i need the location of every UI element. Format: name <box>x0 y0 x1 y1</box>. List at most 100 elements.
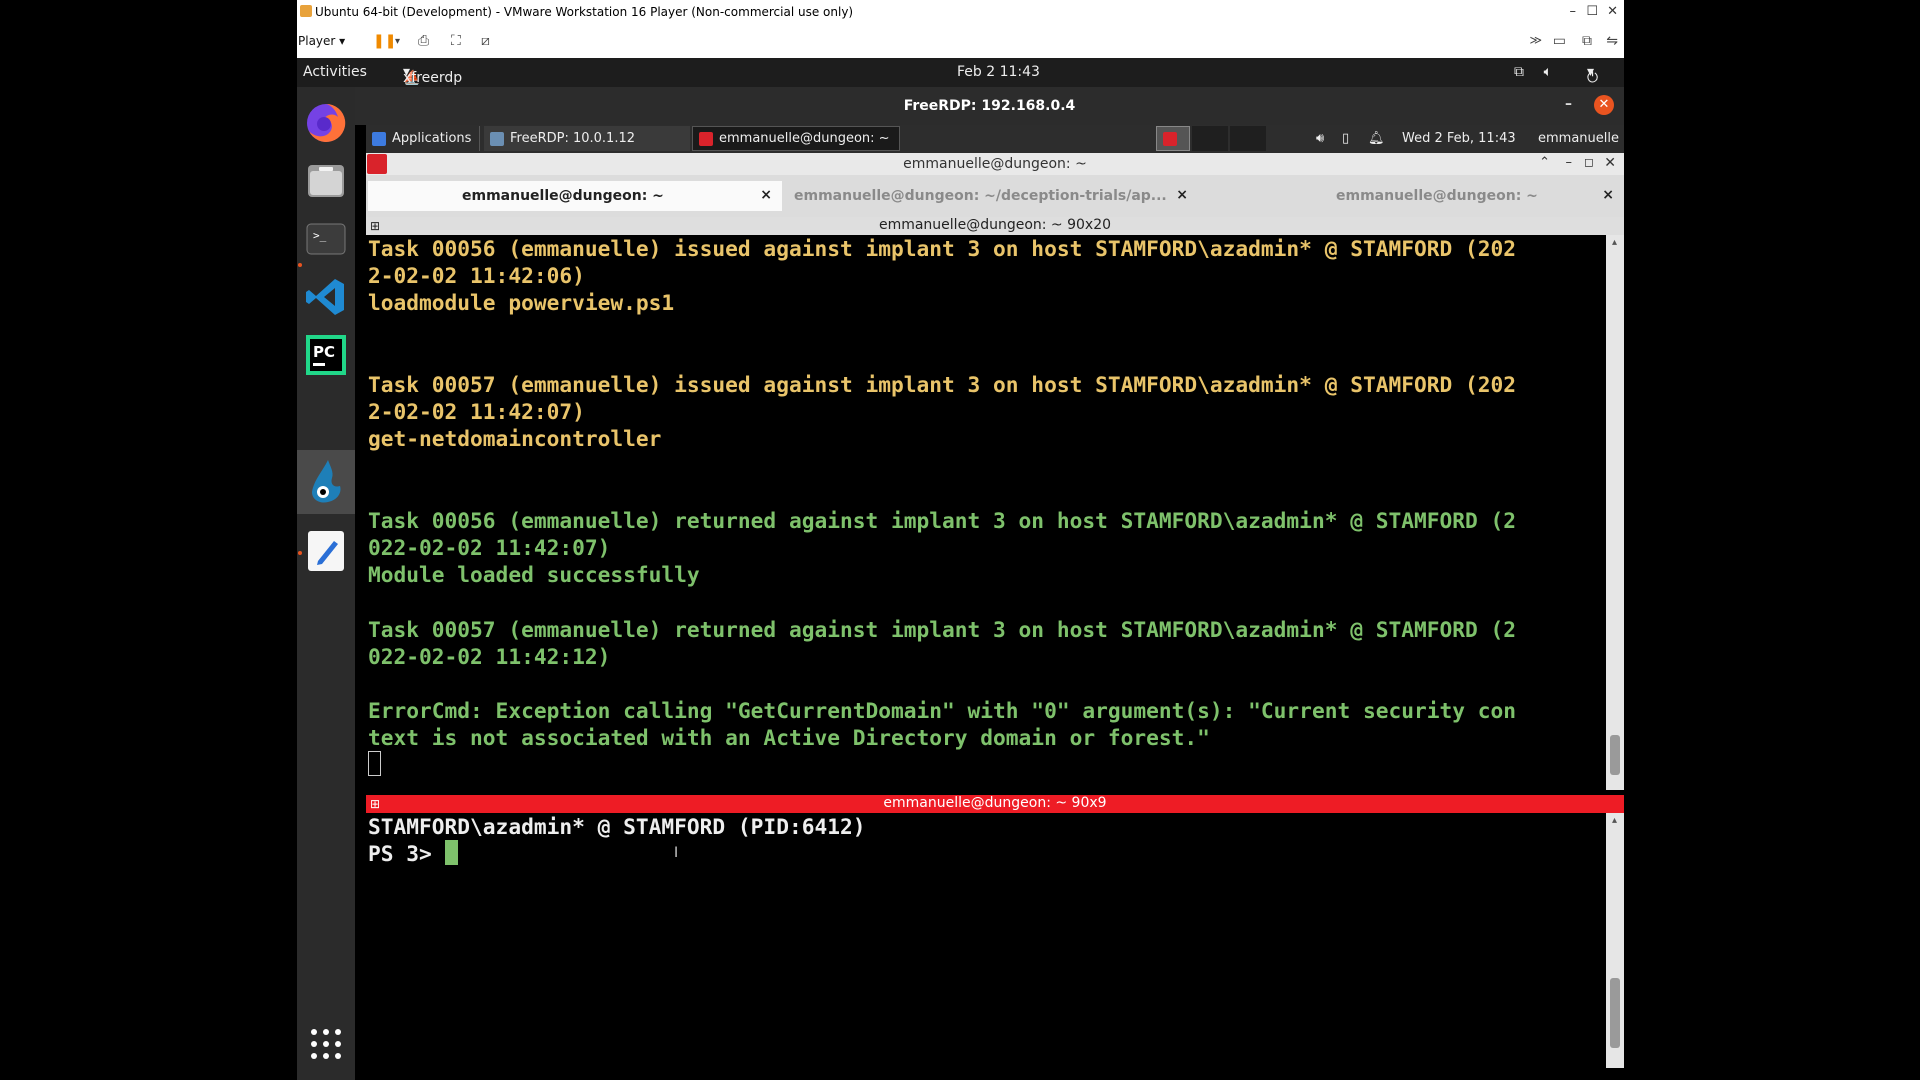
taskbar-terminal-label: emmanuelle@dungeon: ~ <box>719 131 890 146</box>
pause-icon[interactable]: ❚❚ <box>373 33 396 49</box>
pause-dropdown-icon[interactable]: ▾ <box>395 36 400 47</box>
workspace-1[interactable] <box>1192 126 1228 151</box>
tab-3-close-icon[interactable]: × <box>1602 187 1614 203</box>
terminal-icon[interactable]: >_ <box>303 216 349 262</box>
taskbar-terminal[interactable]: emmanuelle@dungeon: ~ <box>692 126 900 151</box>
terminal-pane-2[interactable]: STAMFORD\azadmin* @ STAMFORD (PID:6412) P… <box>366 813 1606 1068</box>
fullscreen-icon[interactable]: ⛶ <box>451 33 461 49</box>
more-icon[interactable]: ≫ <box>1529 33 1542 47</box>
text-editor-running-indicator <box>298 551 302 555</box>
tab-3-label: emmanuelle@dungeon: ~ <box>1336 188 1538 204</box>
show-applications-icon[interactable] <box>303 1021 349 1067</box>
tab-2[interactable]: emmanuelle@dungeon: ~/deception-trials/a… <box>784 181 1198 211</box>
send-ctrl-alt-del-icon[interactable]: ⎙ <box>418 33 429 49</box>
window-close-button[interactable]: ✕ <box>1607 4 1618 19</box>
scroll-up-icon-2[interactable]: ▴ <box>1612 815 1617 826</box>
freerdp-minimize-button[interactable]: – <box>1565 96 1572 112</box>
network-icon[interactable]: ⧉ <box>1514 64 1524 80</box>
app-menu[interactable]: ⛵ xfreerdp ▾ <box>403 64 462 86</box>
freerdp-task-icon <box>490 131 504 146</box>
pane-2-scrollbar[interactable]: ▴ <box>1606 813 1624 1068</box>
pycharm-icon[interactable]: PC <box>303 332 349 378</box>
vmware-titlebar: Ubuntu 64-bit (Development) - VMware Wor… <box>297 0 1624 24</box>
prompt-line[interactable]: PS 3> <box>368 840 865 867</box>
pane-1-titlebar: ⊞ emmanuelle@dungeon: ~ 90x20 <box>366 217 1624 235</box>
pane-2-scroll-thumb[interactable] <box>1610 978 1620 1048</box>
terminator-task-icon <box>699 131 713 146</box>
terminal-line: Task 00057 (emmanuelle) returned against… <box>368 616 1517 642</box>
text-editor-icon[interactable] <box>303 528 349 574</box>
vscode-icon[interactable] <box>303 274 349 320</box>
ps-prompt: PS 3> <box>368 841 445 867</box>
volume-icon-xfce[interactable]: 🔊︎ <box>1310 126 1330 151</box>
terminal-line: 022-02-02 11:42:12) <box>368 643 611 669</box>
pane-1-title: emmanuelle@dungeon: ~ 90x20 <box>878 217 1112 233</box>
terminal-line: Module loaded successfully <box>368 562 700 588</box>
vmware-window-title: Ubuntu 64-bit (Development) - VMware Wor… <box>315 5 854 19</box>
terminator-tray-icon <box>1163 131 1177 146</box>
battery-icon[interactable]: ▯ <box>1336 126 1355 151</box>
wireshark-icon[interactable] <box>297 450 355 514</box>
terminal-line: ErrorCmd: Exception calling "GetCurrentD… <box>368 698 1517 724</box>
player-menu[interactable]: Player ▾ <box>298 34 345 48</box>
tray-terminator-button[interactable] <box>1156 126 1190 151</box>
usb-device-icon[interactable]: ⇋ <box>1606 33 1618 49</box>
activities-button[interactable]: Activities <box>303 64 367 80</box>
terminal-line: text is not associated with an Active Di… <box>368 725 1210 751</box>
terminal-line: Task 00057 (emmanuelle) issued against i… <box>368 371 1517 397</box>
terminal-line: loadmodule powerview.ps1 <box>368 290 675 316</box>
svg-text:PC: PC <box>313 343 335 361</box>
applications-menu[interactable]: Applications <box>366 126 480 151</box>
tab-3[interactable]: emmanuelle@dungeon: ~ × <box>1200 181 1624 211</box>
window-maximize-button[interactable]: ☐ <box>1586 4 1598 19</box>
app-menu-label: xfreerdp <box>403 70 463 86</box>
maximize-icon[interactable]: ◻ <box>1584 155 1594 169</box>
xfce-clock[interactable]: Wed 2 Feb, 11:43 <box>1396 126 1522 151</box>
tab-1[interactable]: emmanuelle@dungeon: ~ × <box>368 181 782 211</box>
vmware-toolbar: Player ▾ ❚❚ ▾ ⎙ ⛶ ⧄ ≫ ▭ ⧉ ⇋ <box>297 24 1624 59</box>
prompt-cursor <box>444 840 458 866</box>
files-icon[interactable] <box>303 158 349 204</box>
gnome-top-bar: Activities ⛵ xfreerdp ▾ Feb 2 11:43 ⧉ 🔈︎… <box>297 58 1624 87</box>
xfce-user[interactable]: emmanuelle <box>1532 126 1625 151</box>
system-menu[interactable]: ⏻ ▾ <box>1587 64 1598 86</box>
terminal-line: Task 00056 (emmanuelle) issued against i… <box>368 236 1517 261</box>
applications-label: Applications <box>392 131 472 146</box>
removable-device-icon[interactable]: ▭ <box>1553 33 1566 49</box>
player-menu-label: Player <box>298 34 336 48</box>
network-adapter-icon[interactable]: ⧉ <box>1582 33 1592 49</box>
freerdp-close-button[interactable]: ✕ <box>1594 95 1614 115</box>
tab-2-label: emmanuelle@dungeon: ~/deception-trials/a… <box>794 188 1167 204</box>
clock[interactable]: Feb 2 11:43 <box>957 64 1040 80</box>
tab-1-close-icon[interactable]: × <box>760 187 772 203</box>
svg-text:>_: >_ <box>313 229 327 242</box>
minimize-icon[interactable]: – <box>1566 155 1573 170</box>
freerdp-titlebar: FreeRDP: 192.168.0.4 – ✕ <box>355 87 1624 125</box>
tab-2-close-icon[interactable]: × <box>1176 187 1188 203</box>
pane-2-title: emmanuelle@dungeon: ~ 90x9 <box>883 795 1107 811</box>
pane-1-scroll-thumb[interactable] <box>1610 735 1620 775</box>
window-minimize-button[interactable]: – <box>1570 4 1577 19</box>
pane-1-scrollbar[interactable]: ▴ <box>1606 235 1624 790</box>
mouse-ibeam-cursor: I <box>674 845 679 861</box>
terminal-pane-1[interactable]: Task 00056 (emmanuelle) issued against i… <box>366 235 1606 790</box>
workspace-2[interactable] <box>1230 126 1266 151</box>
tab-1-label: emmanuelle@dungeon: ~ <box>462 188 664 204</box>
terminal-line: get-netdomaincontroller <box>368 426 662 452</box>
roll-up-icon[interactable]: ⌃ <box>1539 155 1550 170</box>
pane-2-header-line: STAMFORD\azadmin* @ STAMFORD (PID:6412) <box>368 814 866 839</box>
taskbar-freerdp[interactable]: FreeRDP: 10.0.1.12 <box>484 126 690 151</box>
scroll-up-icon[interactable]: ▴ <box>1612 237 1617 248</box>
freerdp-window-title: FreeRDP: 192.168.0.4 <box>903 98 1076 114</box>
close-icon[interactable]: ✕ <box>1604 155 1616 171</box>
firefox-icon[interactable] <box>303 100 349 146</box>
unity-icon[interactable]: ⧄ <box>481 33 490 49</box>
volume-icon[interactable]: 🔈︎ <box>1544 64 1552 80</box>
notifications-bell-icon[interactable]: 🔔︎ <box>1362 126 1391 151</box>
terminal-line: 022-02-02 11:42:07) <box>368 535 611 561</box>
